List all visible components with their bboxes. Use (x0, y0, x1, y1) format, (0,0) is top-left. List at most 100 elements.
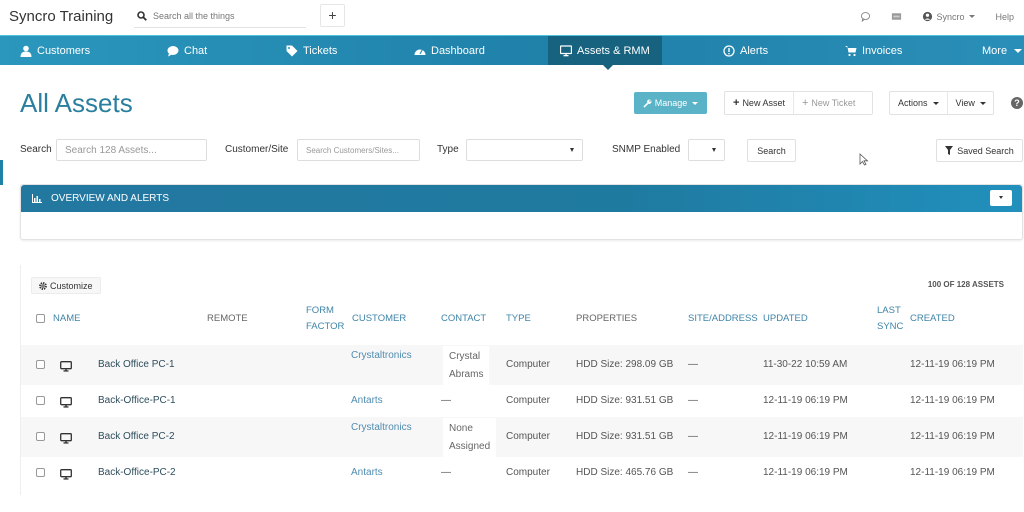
left-edge-marker (0, 160, 3, 185)
contact-line1: Crystal (449, 351, 481, 362)
nav-dashboard-label: Dashboard (431, 44, 485, 57)
saved-search-button[interactable]: Saved Search (936, 139, 1023, 162)
chat-bubble-icon[interactable] (860, 11, 871, 22)
monitor-icon (60, 361, 72, 372)
nav-chat[interactable]: Chat (167, 36, 207, 65)
search-button[interactable]: Search (747, 139, 796, 162)
nav-alerts[interactable]: Alerts (723, 36, 768, 65)
actions-label: Actions (898, 98, 928, 108)
user-menu[interactable]: Syncro (922, 11, 976, 22)
overview-alerts-title: OVERVIEW AND ALERTS (51, 193, 170, 204)
site-cell: — (688, 431, 698, 442)
user-name: Syncro (936, 11, 965, 22)
brand-title[interactable]: Syncro Training (9, 8, 113, 25)
new-asset-button[interactable]: + New Asset (725, 92, 794, 114)
asset-name-link[interactable]: Back Office PC-1 (98, 359, 175, 370)
new-asset-label: New Asset (742, 98, 785, 108)
nav-assets-rmm-label: Assets & RMM (577, 44, 650, 57)
cart-icon (845, 45, 857, 56)
nav-chat-label: Chat (184, 44, 208, 57)
select-arrow-icon (570, 148, 574, 152)
manage-button[interactable]: Manage (634, 92, 707, 114)
help-circle-icon[interactable]: ? (1011, 97, 1023, 109)
nav-invoices[interactable]: Invoices (845, 36, 902, 65)
user-circle-icon (923, 11, 933, 22)
customize-button[interactable]: Customize (31, 277, 101, 294)
nav-assets-rmm[interactable]: Assets & RMM (548, 36, 662, 65)
select-arrow-icon (712, 148, 716, 152)
col-header-form-factor-line2: FACTOR (306, 321, 345, 332)
top-bar: Syncro Training Search all the things + … (0, 0, 1024, 35)
col-header-site-address[interactable]: SITE/ADDRESS (688, 311, 758, 327)
col-header-form-factor-line1: FORM (306, 305, 334, 316)
help-link[interactable]: Help (995, 12, 1014, 22)
monitor-icon (60, 433, 72, 444)
overview-alerts-header[interactable]: OVERVIEW AND ALERTS (21, 185, 1022, 212)
view-button[interactable]: View (948, 92, 994, 114)
row-checkbox[interactable] (36, 468, 45, 477)
row-checkbox[interactable] (36, 432, 45, 441)
site-cell: — (688, 395, 698, 406)
contact-line2: Abrams (449, 369, 484, 380)
filter-icon (945, 146, 954, 155)
site-cell: — (688, 467, 698, 478)
global-search-placeholder: Search all the things (153, 11, 235, 21)
global-search-input[interactable]: Search all the things (134, 5, 306, 28)
asset-name-link[interactable]: Back Office PC-2 (98, 431, 175, 442)
monitor-icon (60, 397, 72, 408)
new-ticket-button[interactable]: + New Ticket (794, 92, 863, 114)
customer-link[interactable]: Crystaltronics (351, 350, 412, 361)
customer-link[interactable]: Antarts (351, 395, 383, 406)
created-cell: 12-11-19 06:19 PM (910, 467, 995, 478)
quick-add-button[interactable]: + (320, 4, 345, 27)
col-header-contact[interactable]: CONTACT (441, 311, 486, 327)
customize-label: Customize (50, 280, 93, 291)
row-checkbox[interactable] (36, 360, 45, 369)
actions-button[interactable]: Actions (890, 92, 948, 114)
overview-alerts-panel: OVERVIEW AND ALERTS (20, 184, 1023, 240)
select-all-checkbox[interactable] (36, 314, 45, 323)
customer-site-label: Customer/Site (225, 144, 289, 155)
col-header-updated[interactable]: UPDATED (763, 311, 808, 327)
row-checkbox[interactable] (36, 396, 45, 405)
saved-search-label: Saved Search (957, 145, 1014, 156)
type-label: Type (437, 144, 459, 155)
type-cell: Computer (506, 359, 550, 370)
nav-tickets[interactable]: Tickets (286, 36, 337, 65)
asset-search-input[interactable]: Search 128 Assets... (56, 139, 207, 161)
customer-link[interactable]: Crystaltronics (351, 422, 412, 433)
created-cell: 12-11-19 06:19 PM (910, 431, 995, 442)
nav-dashboard[interactable]: Dashboard (414, 36, 485, 65)
active-tab-pointer (602, 64, 614, 70)
asset-name-link[interactable]: Back-Office-PC-1 (98, 395, 176, 406)
col-header-created[interactable]: CREATED (910, 311, 955, 327)
created-cell: 12-11-19 06:19 PM (910, 359, 995, 370)
asset-search-placeholder: Search 128 Assets... (65, 144, 157, 156)
col-header-name[interactable]: NAME (53, 311, 80, 327)
nav-more[interactable]: More (982, 36, 1023, 65)
col-header-last-sync-line1: LAST (877, 305, 901, 316)
col-header-customer[interactable]: CUSTOMER (352, 311, 406, 327)
customer-link[interactable]: Antarts (351, 467, 383, 478)
updated-cell: 11-30-22 10:59 AM (763, 359, 848, 370)
customer-site-input[interactable]: Search Customers/Sites... (297, 139, 420, 161)
col-header-type[interactable]: TYPE (506, 311, 531, 327)
properties-cell: HDD Size: 931.51 GB (576, 395, 674, 406)
overview-toggle-button[interactable] (990, 190, 1012, 206)
properties-cell: HDD Size: 298.09 GB (576, 359, 674, 370)
card-icon[interactable] (891, 11, 902, 22)
actions-view-group: Actions View (889, 91, 994, 115)
type-cell: Computer (506, 467, 550, 478)
col-header-properties: PROPERTIES (576, 313, 638, 324)
col-header-form-factor[interactable]: FORM FACTOR (306, 303, 344, 335)
updated-cell: 12-11-19 06:19 PM (763, 467, 848, 478)
col-header-last-sync[interactable]: LAST SYNC (877, 303, 903, 335)
nav-customers[interactable]: Customers (20, 36, 90, 65)
snmp-select[interactable] (688, 139, 725, 161)
type-select[interactable] (466, 139, 583, 161)
nav-more-label: More (982, 44, 1008, 57)
caret-down-icon (999, 196, 1003, 199)
asset-name-link[interactable]: Back-Office-PC-2 (98, 467, 176, 478)
user-icon (20, 45, 32, 57)
contact-cell: Crystal Abrams (443, 346, 490, 386)
